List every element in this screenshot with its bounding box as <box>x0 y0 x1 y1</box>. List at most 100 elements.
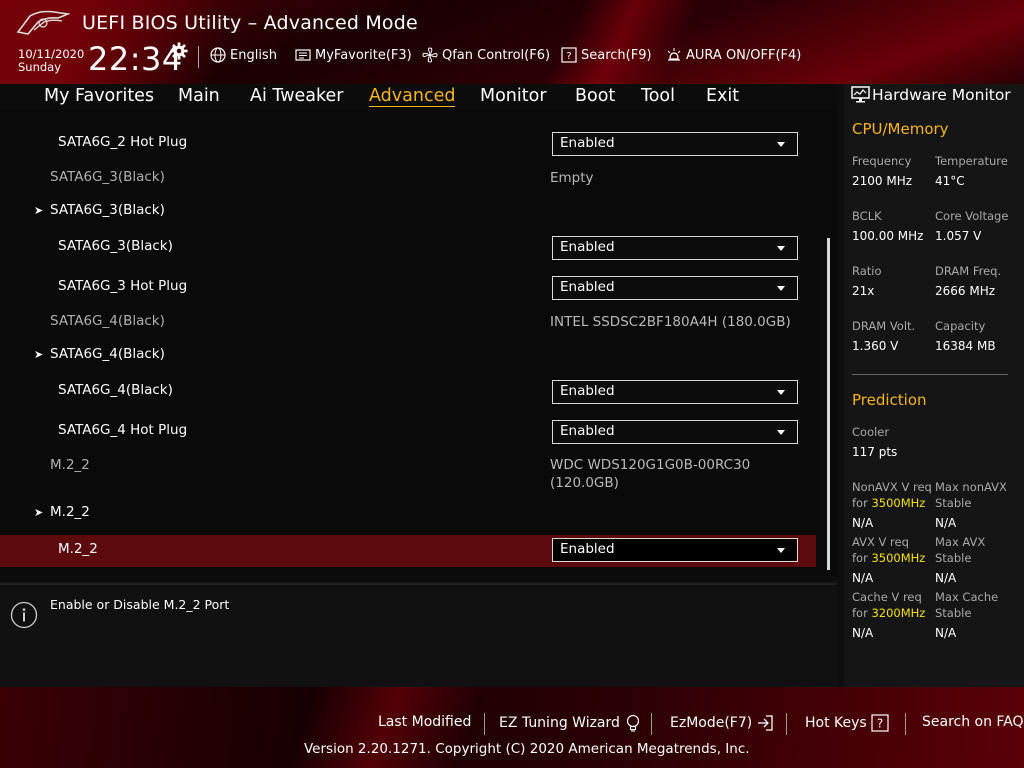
setting-row-selected[interactable]: M.2_2 Enabled <box>0 535 816 567</box>
clock: 22:34 <box>88 40 183 78</box>
m2-port-dropdown[interactable]: Enabled <box>552 538 798 562</box>
avx-v-req-label: AVX V req <box>852 535 909 549</box>
info-label: M.2_2 <box>50 457 90 473</box>
tab-my-favorites[interactable]: My Favorites <box>44 86 154 106</box>
ez-tuning-wizard-button[interactable]: EZ Tuning Wizard <box>499 714 642 732</box>
ezmode-button[interactable]: EzMode(F7) <box>670 714 774 732</box>
caret-down-icon <box>777 142 785 147</box>
submenu-row[interactable]: ➤ M.2_2 <box>0 502 816 524</box>
header-bar: UEFI BIOS Utility – Advanced Mode 10/11/… <box>0 0 1024 84</box>
copyright-text: Version 2.20.1271. Copyright (C) 2020 Am… <box>304 741 750 757</box>
app-title: UEFI BIOS Utility – Advanced Mode <box>82 12 418 34</box>
gear-icon[interactable] <box>170 42 188 60</box>
hotplug-dropdown[interactable]: Enabled <box>552 132 798 156</box>
for-label: for <box>852 496 868 510</box>
help-search-icon: ? <box>561 47 577 63</box>
bclk-value: 100.00 MHz <box>852 229 924 243</box>
submenu-label: SATA6G_3(Black) <box>50 202 165 218</box>
stable-label: Stable <box>935 606 972 620</box>
tab-advanced[interactable]: Advanced <box>369 86 456 107</box>
search-faq-label: Search on FAQ <box>922 714 1024 730</box>
qfan-control-button[interactable]: Qfan Control(F6) <box>422 47 550 63</box>
frequency-value: 2100 MHz <box>852 174 913 188</box>
port-dropdown[interactable]: Enabled <box>552 236 798 260</box>
tab-tool[interactable]: Tool <box>641 86 675 106</box>
setting-row[interactable]: SATA6G_3(Black) Enabled <box>0 234 816 262</box>
ratio-value: 21x <box>852 284 875 298</box>
tab-exit[interactable]: Exit <box>706 86 739 106</box>
settings-panel: SATA6G_2 Hot Plug Enabled SATA6G_3(Black… <box>0 110 837 576</box>
capacity-label: Capacity <box>935 319 986 333</box>
day-text: Sunday <box>18 60 62 74</box>
temperature-value: 41°C <box>935 174 965 188</box>
cache-freq: 3200MHz <box>871 606 926 620</box>
language-label: English <box>230 47 277 63</box>
qfan-label: Qfan Control(F6) <box>442 47 551 63</box>
tab-boot[interactable]: Boot <box>575 86 615 106</box>
myfavorite-button[interactable]: MyFavorite(F3) <box>295 47 412 63</box>
lightbulb-icon <box>626 714 640 732</box>
capacity-value: 16384 MB <box>935 339 996 353</box>
tab-main[interactable]: Main <box>178 86 220 106</box>
dropdown-value: Enabled <box>560 541 615 557</box>
setting-row[interactable]: SATA6G_4(Black) Enabled <box>0 378 816 406</box>
tab-ai-tweaker[interactable]: Ai Tweaker <box>250 86 343 106</box>
max-cache-value: N/A <box>935 626 957 640</box>
setting-row[interactable]: SATA6G_4 Hot Plug Enabled <box>0 418 816 446</box>
caret-down-icon <box>777 548 785 553</box>
submenu-row[interactable]: ➤ SATA6G_4(Black) <box>0 344 816 366</box>
submenu-row[interactable]: ➤ SATA6G_3(Black) <box>0 200 816 222</box>
footer-divider <box>651 713 652 735</box>
hotplug-dropdown[interactable]: Enabled <box>552 276 798 300</box>
max-cache-label: Max Cache <box>935 590 999 604</box>
setting-row[interactable]: SATA6G_3 Hot Plug Enabled <box>0 274 816 302</box>
aura-toggle-button[interactable]: AURA ON/OFF(F4) <box>666 47 801 63</box>
nonavx-v-req-label: NonAVX V req <box>852 480 932 494</box>
avx-for-line: for 3500MHz <box>852 550 925 566</box>
hot-keys-button[interactable]: Hot Keys ? <box>805 714 889 732</box>
scrollbar[interactable] <box>827 238 830 570</box>
frequency-label: Frequency <box>852 154 912 168</box>
tab-monitor[interactable]: Monitor <box>480 86 547 106</box>
hotplug-dropdown[interactable]: Enabled <box>552 420 798 444</box>
caret-down-icon <box>777 430 785 435</box>
submenu-label: SATA6G_4(Black) <box>50 346 165 362</box>
max-avx-value: N/A <box>935 571 957 585</box>
setting-row[interactable]: SATA6G_2 Hot Plug Enabled <box>0 130 816 158</box>
dram-freq-label: DRAM Freq. <box>935 264 1002 278</box>
search-label: Search(F9) <box>581 47 652 63</box>
favorite-list-icon <box>295 49 311 61</box>
info-value: INTEL SSDSC2BF180A4H (180.0GB) <box>550 314 791 330</box>
prediction-heading: Prediction <box>852 391 927 409</box>
caret-down-icon <box>777 390 785 395</box>
rog-logo <box>16 10 70 35</box>
search-button[interactable]: ? Search(F9) <box>561 47 652 63</box>
info-value: Empty <box>550 170 594 186</box>
language-button[interactable]: English <box>210 47 277 63</box>
footer-divider <box>786 713 787 735</box>
date-display: 10/11/2020 Sunday <box>18 48 84 74</box>
caret-down-icon <box>777 246 785 251</box>
cooler-value: 117 pts <box>852 445 898 459</box>
ezmode-label: EzMode(F7) <box>670 715 753 731</box>
last-modified-button[interactable]: Last Modified <box>378 714 471 730</box>
header-divider <box>198 46 199 68</box>
cache-for-line: for 3200MHz <box>852 605 925 621</box>
setting-label: SATA6G_3 Hot Plug <box>58 278 188 294</box>
info-value-line: WDC WDS120G1G0B-00RC30 <box>550 457 751 473</box>
info-value: WDC WDS120G1G0B-00RC30 (120.0GB) <box>550 456 750 492</box>
cooler-label: Cooler <box>852 425 890 439</box>
monitor-icon <box>851 86 870 103</box>
stable-label: Stable <box>935 496 972 510</box>
info-value-line: (120.0GB) <box>550 475 619 491</box>
port-dropdown[interactable]: Enabled <box>552 380 798 404</box>
fan-icon <box>422 47 438 63</box>
last-modified-label: Last Modified <box>378 714 472 730</box>
caret-down-icon <box>777 286 785 291</box>
search-faq-button[interactable]: Search on FAQ <box>922 714 1024 730</box>
dram-freq-value: 2666 MHz <box>935 284 996 298</box>
max-nonavx-value: N/A <box>935 516 957 530</box>
cpu-memory-heading: CPU/Memory <box>852 120 949 138</box>
ez-tuning-label: EZ Tuning Wizard <box>499 715 620 731</box>
dram-volt-value: 1.360 V <box>852 339 899 353</box>
